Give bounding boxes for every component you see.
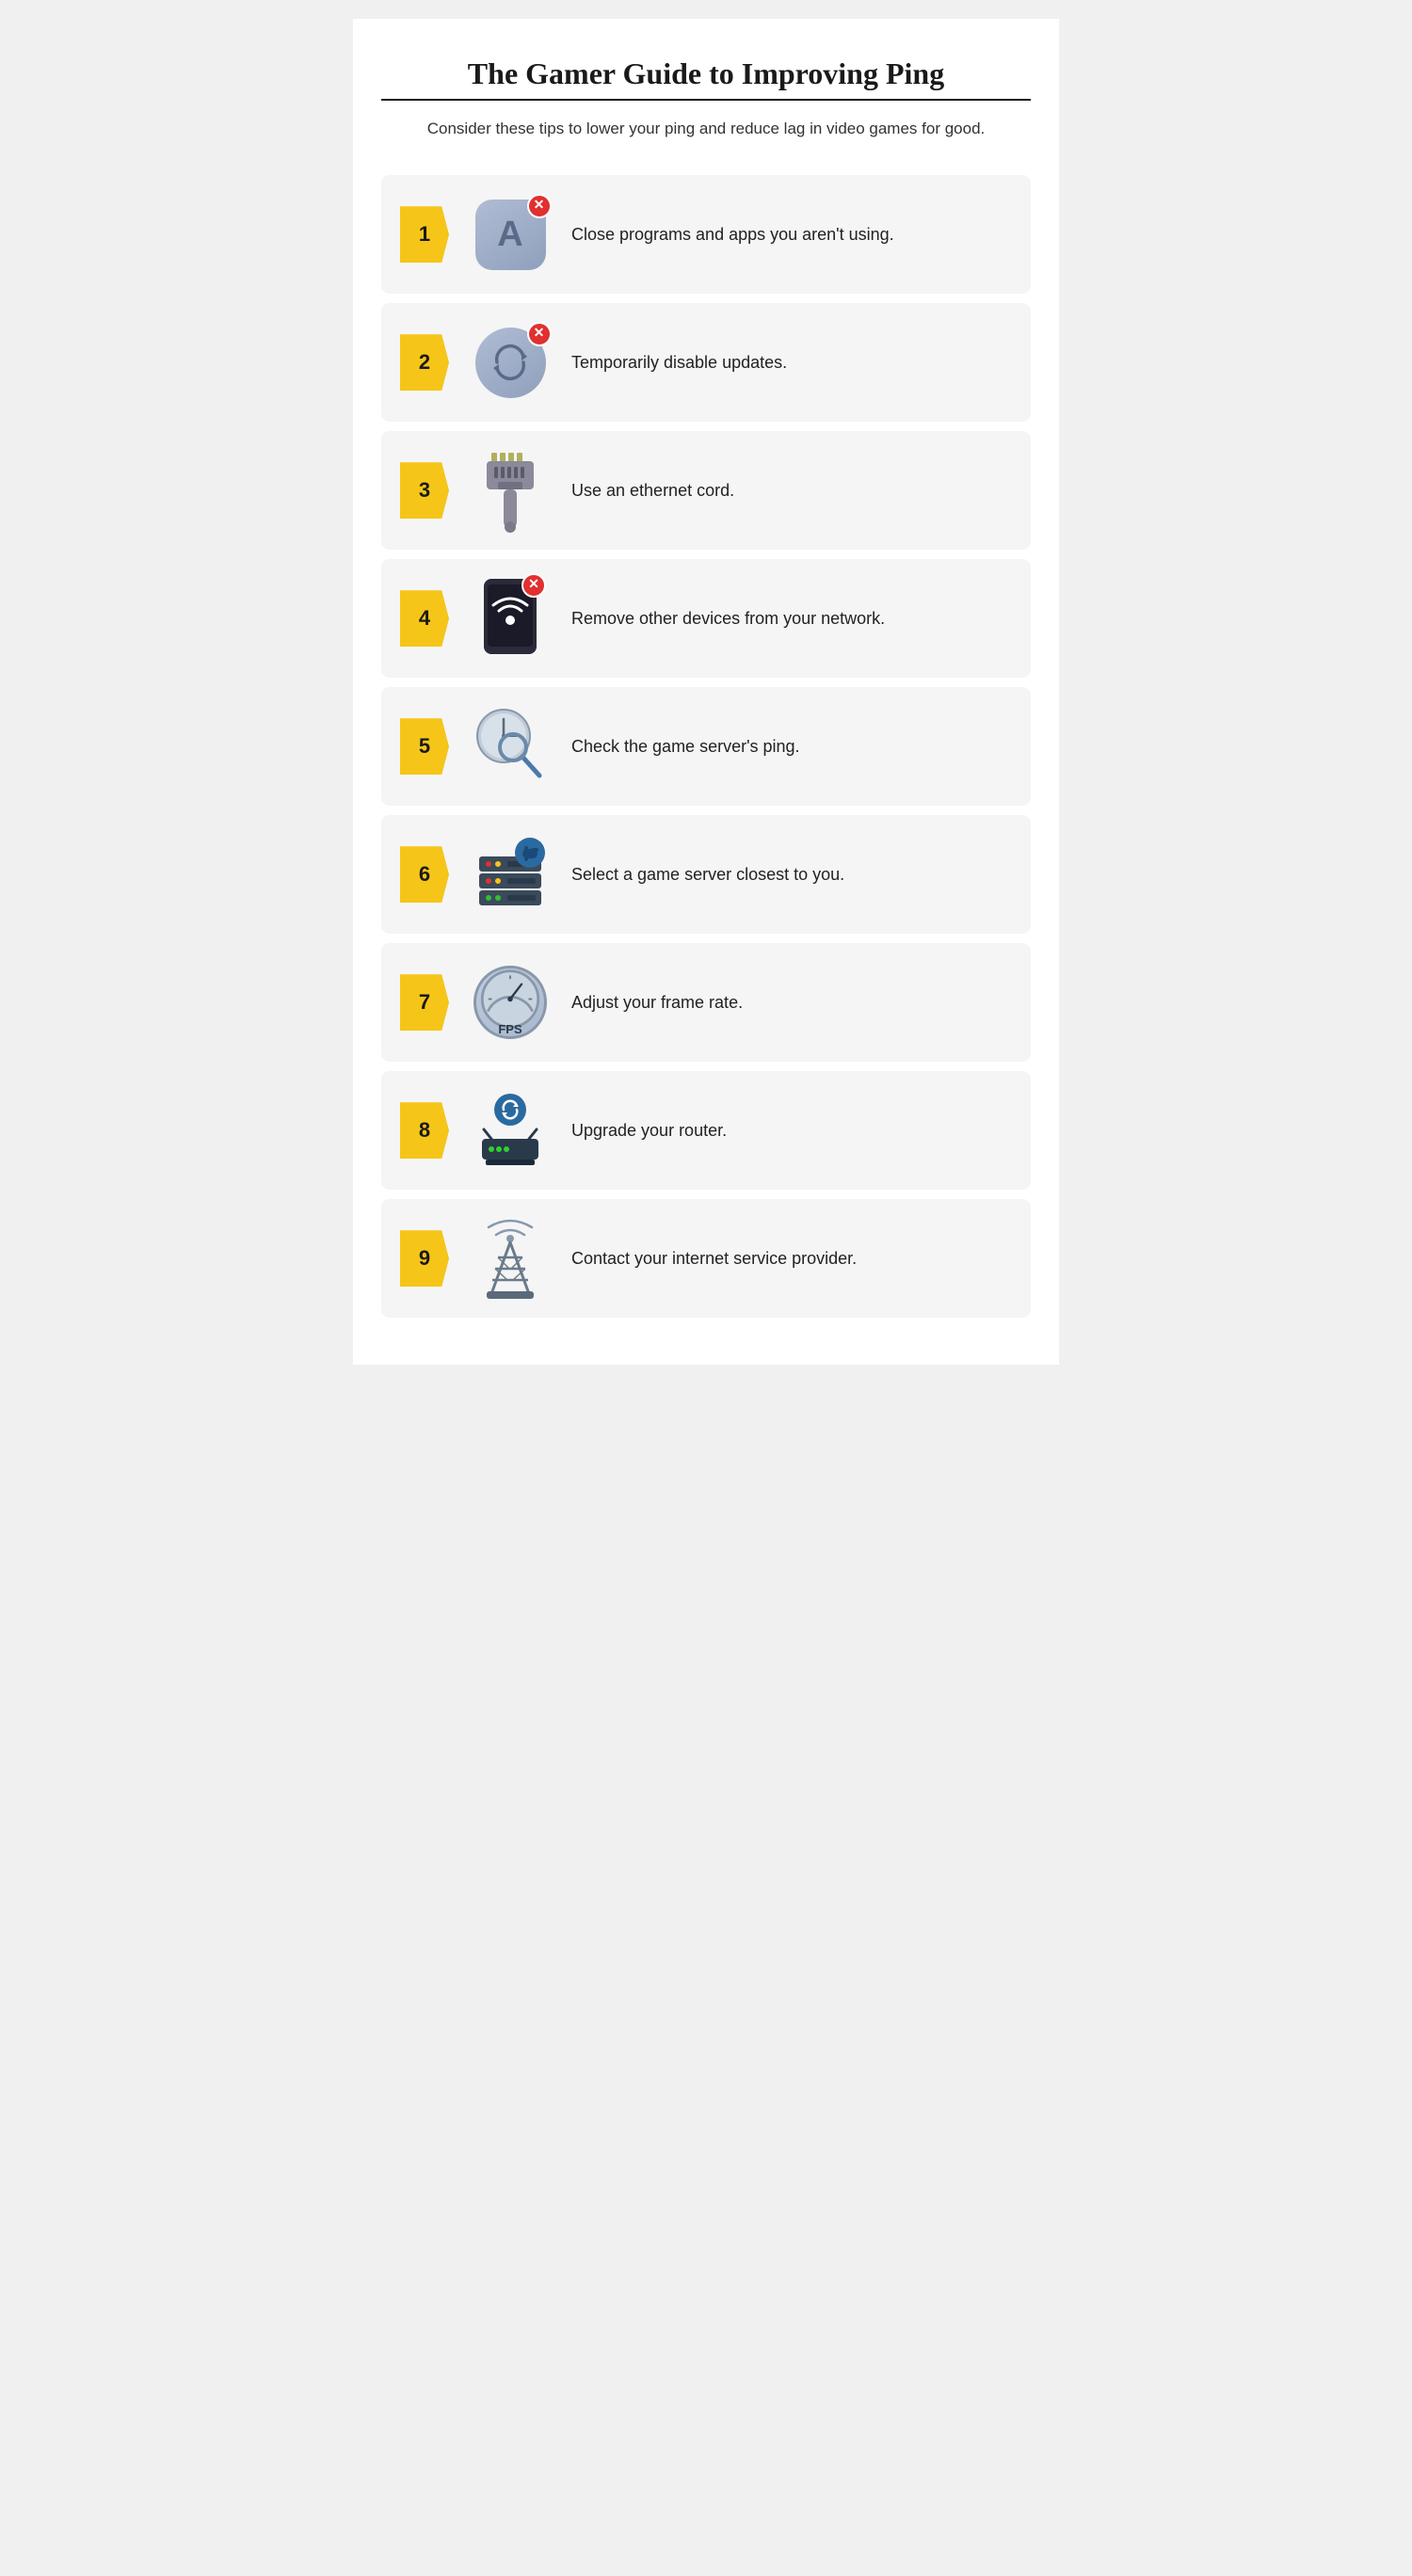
tip-icon-area-8 [468, 1088, 553, 1173]
tip-icon-area-6 [468, 832, 553, 917]
tip-card-9: 9 [381, 1199, 1031, 1318]
tip-card-4: 4 ✕ Remove other devices f [381, 559, 1031, 678]
ethernet-icon [477, 448, 543, 533]
tip-text-2: Temporarily disable updates. [571, 351, 787, 375]
tip-number-4: 4 [400, 590, 449, 647]
tip-card-1: 1 A ✕ Close programs and apps you aren't… [381, 175, 1031, 294]
app-icon: A ✕ [475, 200, 546, 270]
tip-number-1: 1 [400, 206, 449, 263]
tip-text-4: Remove other devices from your network. [571, 607, 885, 631]
tip-text-8: Upgrade your router. [571, 1119, 727, 1143]
tip-number-9: 9 [400, 1230, 449, 1287]
tip-text-1: Close programs and apps you aren't using… [571, 223, 894, 247]
ethernet-svg [477, 448, 543, 533]
clock-magnifier-svg [468, 702, 553, 787]
phone-wifi-icon: ✕ [476, 575, 544, 663]
tip-number-3: 3 [400, 462, 449, 519]
game-server-svg [472, 834, 549, 911]
tip-card-2: 2 ✕ Temporarily disable updates. [381, 303, 1031, 422]
router-icon [476, 1094, 544, 1167]
tips-list: 1 A ✕ Close programs and apps you aren't… [381, 175, 1031, 1318]
tip-number-8: 8 [400, 1102, 449, 1159]
page-title: The Gamer Guide to Improving Ping [381, 56, 1031, 101]
fps-gauge-icon: FPS [473, 966, 547, 1039]
antenna-tower-icon [472, 1214, 549, 1304]
sync-icon: ✕ [475, 328, 546, 398]
router-refresh-wrapper [494, 1094, 526, 1126]
antenna-tower-svg [472, 1214, 549, 1299]
page-subtitle: Consider these tips to lower your ping a… [381, 116, 1031, 141]
tip-text-9: Contact your internet service provider. [571, 1247, 857, 1271]
tip-icon-area-1: A ✕ [468, 192, 553, 277]
tip-card-5: 5 [381, 687, 1031, 806]
tip-icon-area-3 [468, 448, 553, 533]
tip-text-7: Adjust your frame rate. [571, 991, 743, 1015]
tip-icon-area-4: ✕ [468, 576, 553, 661]
tip-number-2: 2 [400, 334, 449, 391]
sync-svg [489, 342, 531, 383]
tip-card-6: 6 [381, 815, 1031, 934]
tip-text-5: Check the game server's ping. [571, 735, 800, 759]
tip-icon-area-7: FPS [468, 960, 553, 1045]
page-container: The Gamer Guide to Improving Ping Consid… [353, 19, 1059, 1365]
app-letter: A [497, 215, 522, 255]
tip-number-5: 5 [400, 718, 449, 775]
tip-icon-area-5 [468, 704, 553, 789]
refresh-badge [494, 1094, 526, 1126]
tip-card-8: 8 [381, 1071, 1031, 1190]
sync-x-badge: ✕ [527, 322, 552, 346]
router-body-svg [476, 1128, 544, 1167]
tip-number-7: 7 [400, 974, 449, 1031]
tip-text-6: Select a game server closest to you. [571, 863, 844, 887]
tip-number-6: 6 [400, 846, 449, 903]
tip-icon-area-9 [468, 1216, 553, 1301]
tip-icon-area-2: ✕ [468, 320, 553, 405]
fps-label: FPS [498, 1022, 521, 1036]
phone-x-badge: ✕ [521, 573, 546, 598]
close-x-badge: ✕ [527, 194, 552, 218]
game-server-icon [472, 834, 549, 916]
clock-magnifier-icon [468, 702, 553, 792]
tip-card-3: 3 [381, 431, 1031, 550]
tip-card-7: 7 FPS [381, 943, 1031, 1062]
fps-gauge-svg [477, 968, 543, 1030]
tip-text-3: Use an ethernet cord. [571, 479, 734, 503]
refresh-svg [500, 1099, 521, 1120]
